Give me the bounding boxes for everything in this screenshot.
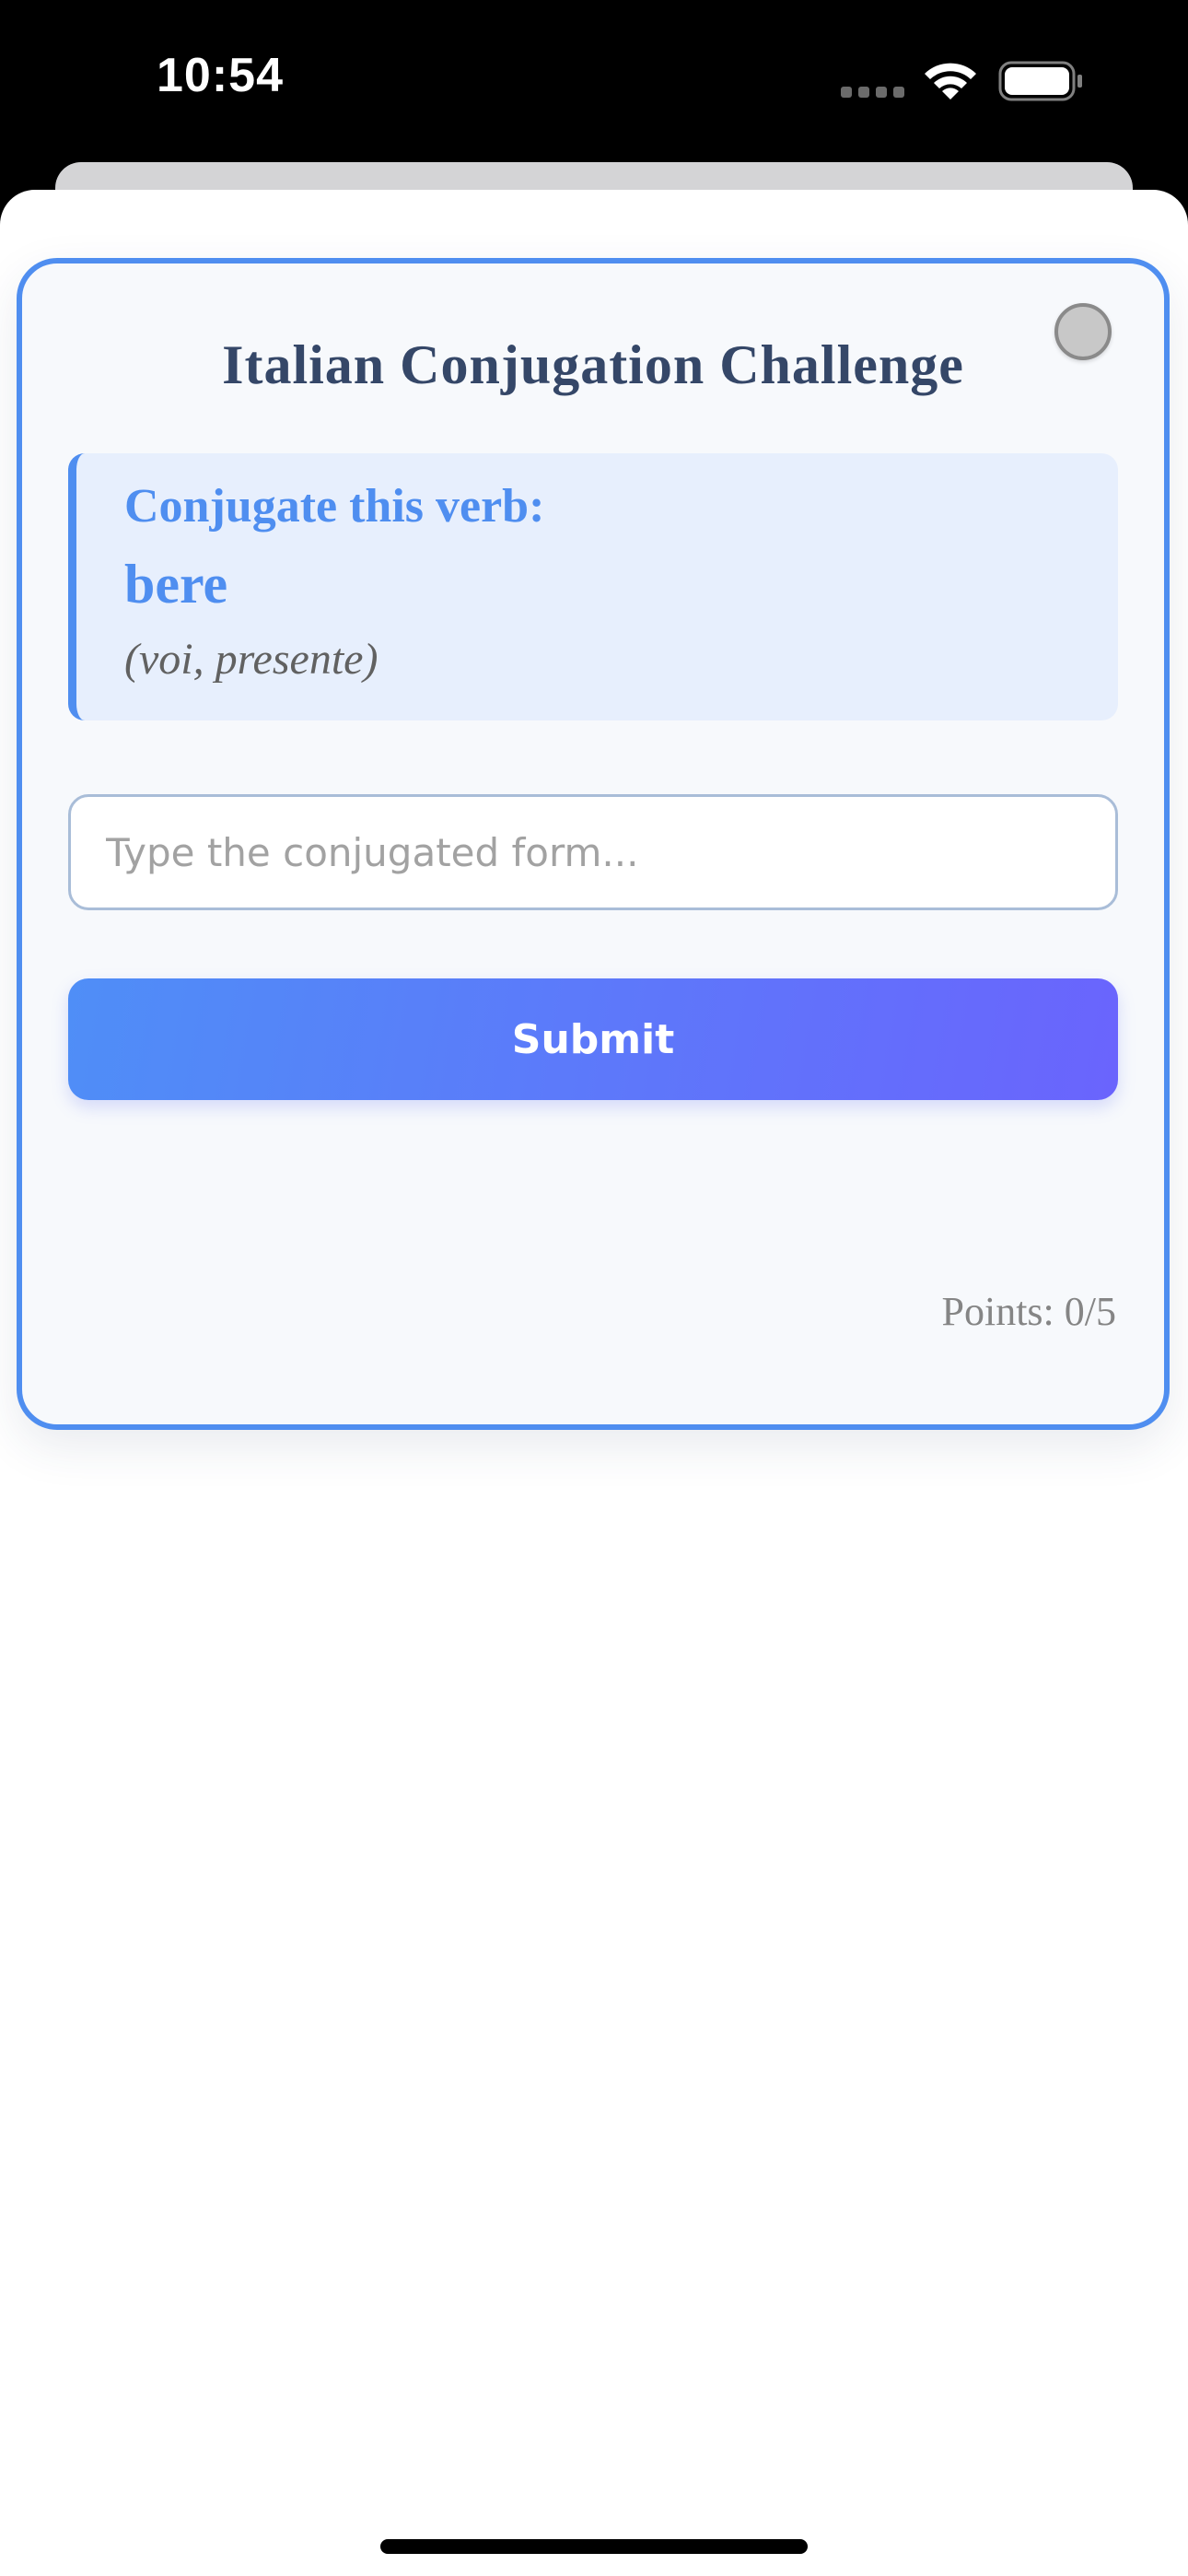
points-counter: Points: 0/5 xyxy=(941,1289,1117,1334)
status-bar: 10:54 xyxy=(0,0,1188,164)
prompt-label: Conjugate this verb: xyxy=(124,480,545,533)
battery-icon xyxy=(998,61,1082,101)
status-time: 10:54 xyxy=(157,49,284,102)
signal-dots-icon xyxy=(841,87,904,98)
home-indicator[interactable] xyxy=(380,2539,808,2554)
answer-input[interactable] xyxy=(68,794,1118,910)
app-screen: 10:54 Italian Conjugation Challenge Conj… xyxy=(0,0,1188,2576)
prompt-context: (voi, presente) xyxy=(124,635,379,684)
verb-prompt-box: Conjugate this verb: bere (voi, presente… xyxy=(68,453,1118,720)
prompt-verb: bere xyxy=(124,554,228,615)
submit-button[interactable]: Submit xyxy=(68,978,1118,1100)
quiz-card: Italian Conjugation Challenge Conjugate … xyxy=(17,258,1170,1430)
page-title: Italian Conjugation Challenge xyxy=(222,334,964,395)
wifi-icon xyxy=(925,63,976,100)
